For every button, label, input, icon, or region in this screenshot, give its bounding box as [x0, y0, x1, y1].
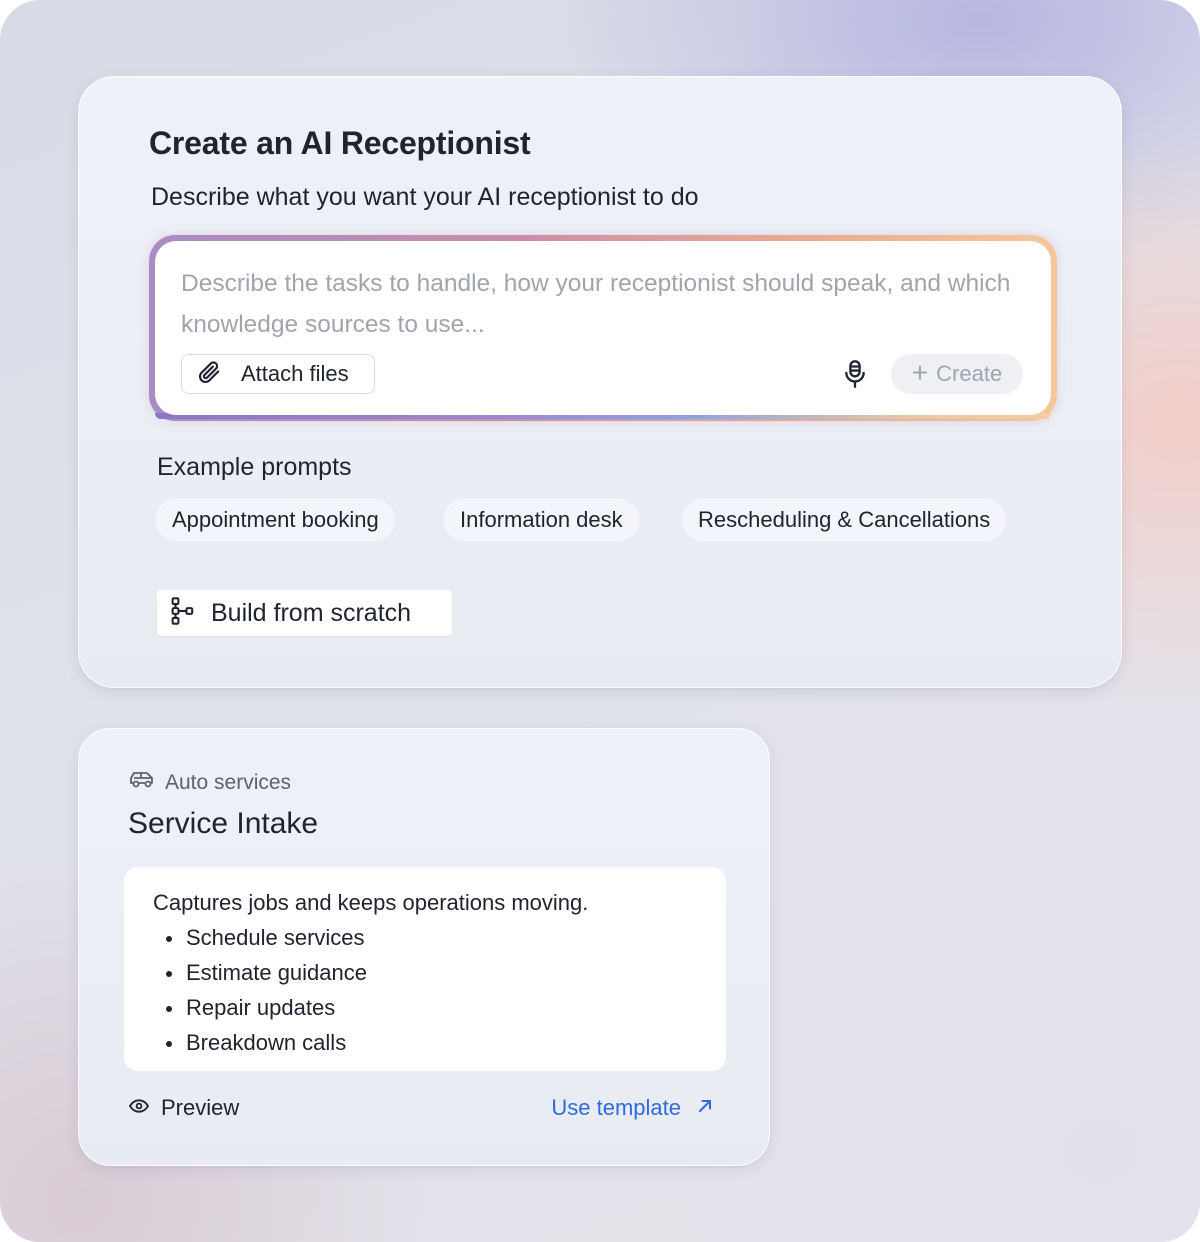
example-chip-information-desk[interactable]: Information desk	[445, 500, 638, 540]
page-title: Create an AI Receptionist	[149, 125, 531, 161]
build-from-scratch-button[interactable]: Build from scratch	[157, 590, 452, 636]
create-label: Create	[936, 361, 1003, 386]
paperclip-icon	[196, 359, 222, 390]
template-feature-list: Schedule services Estimate guidance Repa…	[153, 920, 726, 1060]
list-item: Breakdown calls	[153, 1025, 726, 1060]
page-subtitle: Describe what you want your AI reception…	[151, 183, 699, 211]
list-item: Repair updates	[153, 990, 726, 1025]
build-from-scratch-label: Build from scratch	[211, 598, 412, 627]
preview-button[interactable]: Preview	[128, 1095, 240, 1121]
create-receptionist-card: Create an AI Receptionist Describe what …	[78, 76, 1122, 688]
app-frame: Create an AI Receptionist Describe what …	[0, 0, 1200, 1242]
example-chip-rescheduling[interactable]: Rescheduling & Cancellations	[683, 500, 1006, 540]
prompt-input[interactable]: Describe the tasks to handle, how your r…	[181, 263, 1011, 345]
plus-icon: +	[911, 356, 929, 388]
use-template-button[interactable]: Use template	[551, 1095, 713, 1121]
attach-files-label: Attach files	[241, 361, 349, 386]
microphone-icon[interactable]	[841, 359, 869, 389]
example-chip-appointment-booking[interactable]: Appointment booking	[157, 500, 394, 540]
prompt-inner: Describe the tasks to handle, how your r…	[155, 241, 1051, 415]
template-card: Auto services Service Intake Captures jo…	[78, 728, 770, 1166]
list-item: Schedule services	[153, 920, 726, 955]
example-prompts-heading: Example prompts	[157, 453, 352, 481]
car-icon	[129, 769, 155, 796]
template-description: Captures jobs and keeps operations movin…	[153, 890, 589, 915]
create-button[interactable]: + Create	[891, 354, 1023, 394]
template-footer: Preview Use template	[128, 1095, 713, 1129]
template-description-box: Captures jobs and keeps operations movin…	[124, 867, 726, 1071]
template-category-label: Auto services	[165, 770, 292, 794]
list-item: Estimate guidance	[153, 955, 726, 990]
preview-label: Preview	[161, 1095, 240, 1120]
use-template-label: Use template	[551, 1095, 681, 1120]
template-title: Service Intake	[128, 807, 319, 840]
eye-icon	[128, 1098, 150, 1118]
flow-diagram-icon	[169, 596, 197, 631]
attach-files-button[interactable]: Attach files	[181, 354, 375, 394]
arrow-up-right-icon	[697, 1098, 713, 1119]
prompt-box: Describe the tasks to handle, how your r…	[149, 235, 1057, 421]
template-category: Auto services	[129, 769, 291, 796]
